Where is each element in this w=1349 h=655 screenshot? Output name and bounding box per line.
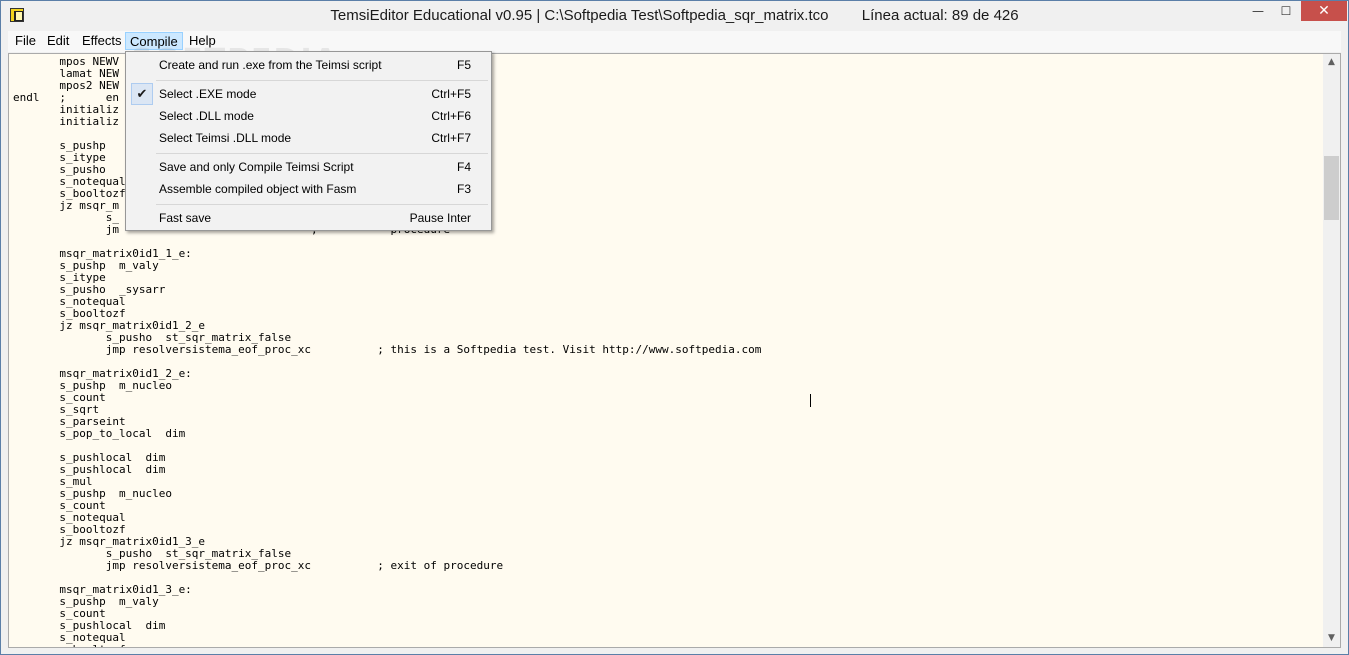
menu-effects[interactable]: Effects bbox=[78, 32, 126, 50]
title-bar[interactable]: TemsiEditor Educational v0.95 | C:\Softp… bbox=[1, 1, 1348, 31]
menu-item-shortcut: F3 bbox=[456, 182, 471, 196]
compile-dropdown-menu: Create and run .exe from the Teimsi scri… bbox=[125, 51, 492, 231]
menu-item-label: Create and run .exe from the Teimsi scri… bbox=[159, 58, 382, 72]
menu-item-label: Select Teimsi .DLL mode bbox=[159, 131, 292, 145]
text-caret bbox=[810, 394, 811, 407]
scroll-thumb[interactable] bbox=[1324, 156, 1339, 220]
menu-item-shortcut: Pause Inter bbox=[409, 211, 471, 225]
menu-item-shortcut: F5 bbox=[456, 58, 471, 72]
menu-item-assemble-fasm[interactable]: Assemble compiled object with Fasm F3 bbox=[128, 178, 489, 200]
menu-separator bbox=[156, 153, 488, 154]
menu-item-label: Select .DLL mode bbox=[159, 109, 254, 123]
menu-item-select-exe-mode[interactable]: ✔ Select .EXE mode Ctrl+F5 bbox=[128, 83, 489, 105]
window-title: TemsiEditor Educational v0.95 | C:\Softp… bbox=[330, 7, 1019, 24]
menu-item-select-dll-mode[interactable]: Select .DLL mode Ctrl+F6 bbox=[128, 105, 489, 127]
close-button[interactable]: ✕ bbox=[1301, 1, 1347, 21]
checkmark-icon: ✔ bbox=[131, 83, 153, 105]
menu-item-label: Save and only Compile Teimsi Script bbox=[159, 160, 354, 174]
menu-item-label: Assemble compiled object with Fasm bbox=[159, 182, 357, 196]
vertical-scrollbar[interactable]: ▲ ▼ bbox=[1323, 54, 1340, 647]
app-window: TemsiEditor Educational v0.95 | C:\Softp… bbox=[0, 0, 1349, 655]
menu-item-select-teimsi-dll-mode[interactable]: Select Teimsi .DLL mode Ctrl+F7 bbox=[128, 127, 489, 149]
menu-item-shortcut: Ctrl+F6 bbox=[431, 109, 471, 123]
menu-edit[interactable]: Edit bbox=[43, 32, 73, 50]
scroll-down-icon[interactable]: ▼ bbox=[1323, 630, 1340, 647]
menu-item-create-run-exe[interactable]: Create and run .exe from the Teimsi scri… bbox=[128, 54, 489, 76]
menu-separator bbox=[156, 80, 488, 81]
maximize-button[interactable]: ☐ bbox=[1272, 1, 1300, 21]
menu-item-label: Fast save bbox=[159, 211, 212, 225]
menu-item-save-compile[interactable]: Save and only Compile Teimsi Script F4 bbox=[128, 156, 489, 178]
menu-item-shortcut: Ctrl+F5 bbox=[431, 87, 471, 101]
menu-file[interactable]: File bbox=[11, 32, 40, 50]
menu-item-shortcut: Ctrl+F7 bbox=[431, 131, 471, 145]
menu-item-label: Select .EXE mode bbox=[159, 87, 257, 101]
menu-item-fast-save[interactable]: Fast save Pause Inter bbox=[128, 207, 489, 229]
scroll-up-icon[interactable]: ▲ bbox=[1323, 54, 1340, 71]
minimize-button[interactable]: — bbox=[1244, 1, 1272, 21]
menu-item-shortcut: F4 bbox=[456, 160, 471, 174]
menu-separator bbox=[156, 204, 488, 205]
